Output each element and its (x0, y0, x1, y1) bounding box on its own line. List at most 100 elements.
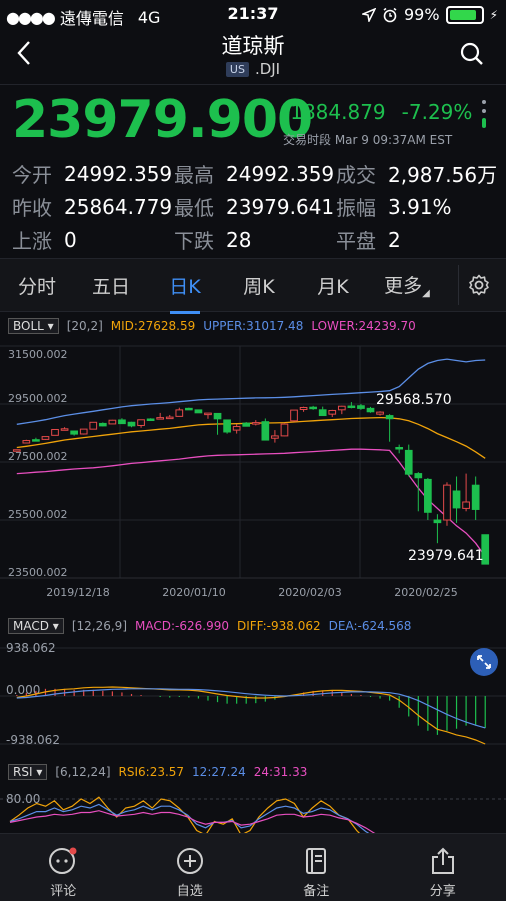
battery-icon (446, 6, 484, 24)
tab-more-label: 更多 (384, 275, 422, 297)
fullscreen-button[interactable] (470, 648, 498, 676)
low-annotation: 23979.641 (408, 548, 484, 564)
tab-more[interactable]: 更多◢ (370, 271, 444, 299)
rsi-params: [6,12,24] (55, 765, 110, 779)
charging-bolt-icon: ⚡ (490, 8, 498, 22)
candle-body (367, 408, 374, 411)
boll-mid-line (17, 418, 485, 459)
last-price: 23979.900 (12, 90, 312, 150)
boll-upper: UPPER:31017.48 (203, 319, 303, 333)
stat-label: 成交 (336, 159, 388, 188)
share-tab[interactable]: 分享 (380, 834, 506, 901)
tab-daily-k[interactable]: 日K (148, 272, 222, 299)
macd-legend: MACD ▾ [12,26,9] MACD:-626.990 DIFF:-938… (8, 618, 411, 634)
nav-header: 道琼斯 US.DJI (0, 28, 506, 84)
candle-body (348, 406, 355, 408)
stat-value: 24992.359 (64, 162, 174, 186)
stat-label: 上涨 (12, 225, 64, 254)
candle-body (80, 429, 87, 434)
candle-body (99, 423, 106, 425)
comment-tab[interactable]: 评论 (0, 834, 127, 901)
candle-body (214, 413, 221, 418)
x-tick-label: 2020/02/03 (278, 586, 341, 599)
rsi12-value: 12:27.24 (192, 765, 246, 779)
candle-body (415, 474, 422, 478)
stat-label: 昨收 (12, 192, 64, 221)
header-divider (0, 84, 506, 85)
candle-body (128, 422, 135, 426)
location-arrow-icon (362, 8, 376, 22)
page-title: 道琼斯 (0, 30, 506, 60)
rsi-indicator-select[interactable]: RSI ▾ (8, 764, 47, 780)
y-tick-label: 29500.002 (8, 392, 68, 405)
stats-grid: 今开24992.359 最高24992.359 成交2,987.56万 昨收25… (12, 157, 502, 256)
change-percent: -7.29% (402, 100, 473, 124)
tab-monthly-k[interactable]: 月K (296, 272, 370, 299)
more-dot (482, 109, 486, 113)
candle-body (224, 420, 231, 432)
candle-body (90, 422, 97, 429)
comment-icon (48, 846, 78, 876)
rsi24-value: 24:31.33 (254, 765, 308, 779)
candle-body (262, 422, 269, 440)
candle-body (71, 431, 78, 434)
macd-params: [12,26,9] (72, 619, 127, 633)
candle-body (444, 485, 451, 520)
x-tick-label: 2020/01/10 (162, 586, 225, 599)
candle-body (310, 407, 317, 409)
bottom-tab-bar: 评论 自选 备注 分享 (0, 833, 506, 901)
candle-body (329, 410, 336, 414)
tab-five-day[interactable]: 五日 (74, 272, 148, 299)
candle-body (23, 441, 30, 443)
stats-row: 今开24992.359 最高24992.359 成交2,987.56万 (12, 157, 502, 190)
stat-value: 24992.359 (226, 162, 336, 186)
watchlist-tab[interactable]: 自选 (127, 834, 254, 901)
candle-body (338, 406, 345, 410)
boll-legend: BOLL ▾ [20,2] MID:27628.59 UPPER:31017.4… (8, 318, 416, 334)
macd-indicator-select[interactable]: MACD ▾ (8, 618, 64, 634)
y-tick-label: 25500.002 (8, 508, 68, 521)
candle-body (425, 479, 432, 512)
candle-body (252, 423, 259, 425)
session-time: 交易时段 Mar 9 09:37AM EST (283, 131, 452, 148)
search-button[interactable] (460, 42, 484, 70)
symbol-code: .DJI (255, 60, 280, 78)
notes-tab[interactable]: 备注 (253, 834, 380, 901)
candle-body (453, 491, 460, 508)
boll-indicator-select[interactable]: BOLL ▾ (8, 318, 59, 334)
boll-params: [20,2] (67, 319, 103, 333)
macd-name: MACD (13, 619, 49, 633)
chart-settings-button[interactable] (458, 265, 499, 305)
y-tick-label: 938.062 (6, 641, 56, 655)
macd-chart[interactable]: 938.0620.000-938.062 (0, 640, 506, 752)
candle-body (233, 427, 240, 431)
more-menu-button[interactable] (480, 100, 490, 133)
stats-row: 昨收25864.779 最低23979.641 振幅3.91% (12, 190, 502, 223)
change-value: -1884.879 (283, 100, 386, 124)
stat-value: 2 (388, 228, 498, 252)
macd-dea-line (17, 689, 485, 728)
candle-body (272, 436, 279, 438)
candle-body (138, 420, 145, 426)
tab-weekly-k[interactable]: 周K (222, 272, 296, 299)
stat-value: 0 (64, 228, 174, 252)
y-tick-label: 31500.002 (8, 348, 68, 361)
tab-intraday[interactable]: 分时 (0, 272, 74, 299)
candle-body (195, 410, 202, 413)
rsi-chart[interactable]: 80.00 (0, 786, 506, 833)
candle-body (319, 410, 326, 416)
candle-body (405, 450, 412, 474)
candle-body (61, 429, 68, 431)
share-icon (428, 846, 458, 876)
stat-label: 今开 (12, 159, 64, 188)
more-dot (482, 100, 486, 104)
stat-value: 2,987.56万 (388, 159, 498, 188)
kline-chart[interactable]: 31500.00229500.00227500.00225500.0022350… (0, 338, 506, 600)
alarm-icon (382, 7, 398, 23)
candle-body (33, 440, 40, 442)
gear-icon (468, 274, 490, 296)
stat-label: 平盘 (336, 225, 388, 254)
boll-mid: MID:27628.59 (111, 319, 195, 333)
stat-label: 最低 (174, 192, 226, 221)
stat-value: 28 (226, 228, 336, 252)
